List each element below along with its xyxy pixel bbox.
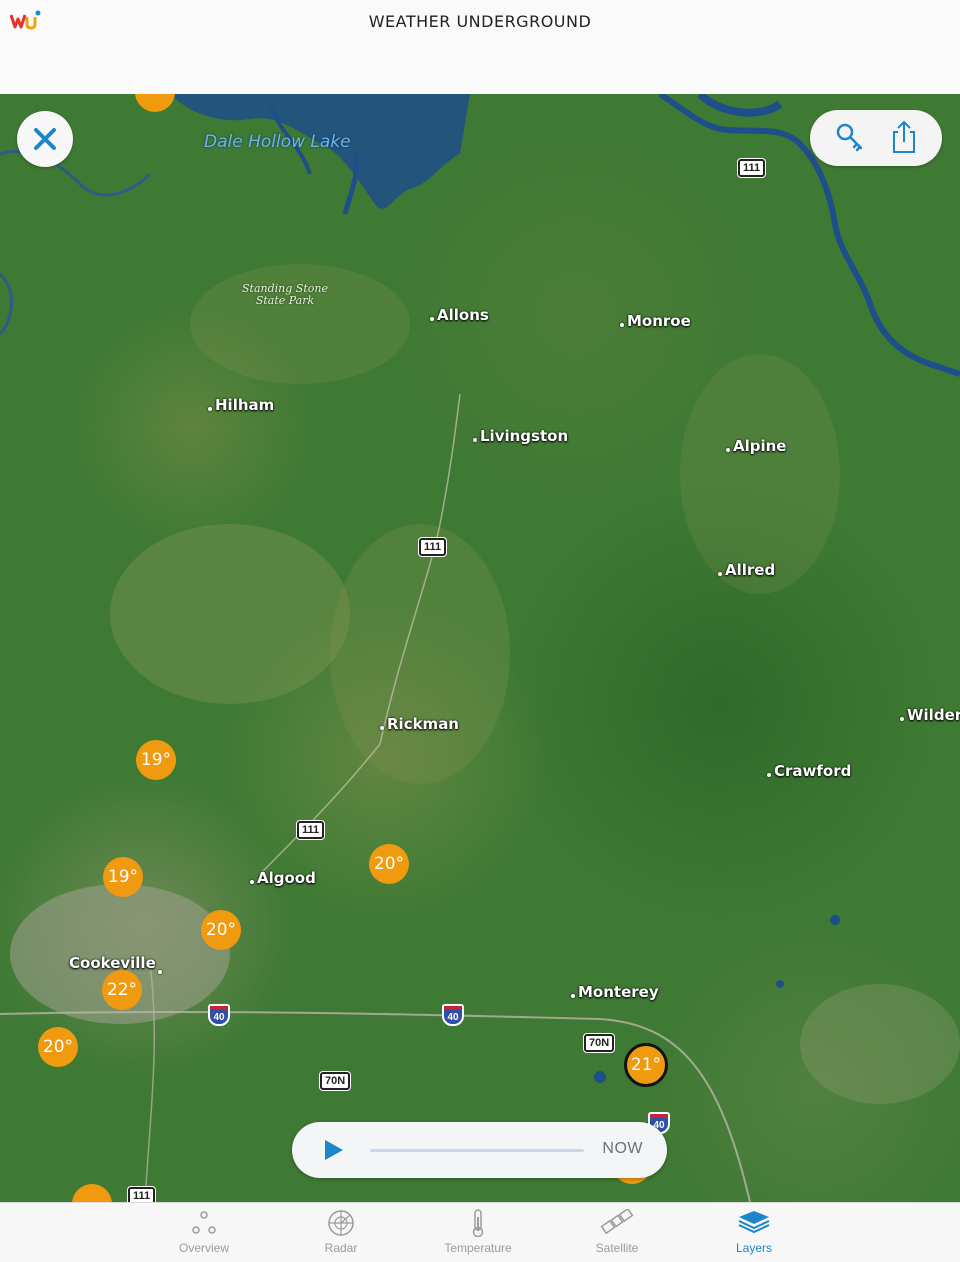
- place-allons: Allons: [430, 306, 489, 324]
- place-monroe: Monroe: [620, 312, 691, 330]
- tab-label: Satellite: [595, 1241, 639, 1255]
- temperature-marker[interactable]: 20°: [369, 844, 409, 884]
- overview-icon: [192, 1211, 216, 1234]
- temperature-marker[interactable]: 19°: [136, 740, 176, 780]
- tab-overview[interactable]: Overview: [149, 1207, 259, 1262]
- close-button[interactable]: [17, 111, 73, 167]
- share-icon: [893, 120, 915, 153]
- place-allred: Allred: [718, 561, 775, 579]
- route-shield-70n: 70N: [320, 1072, 351, 1090]
- place-algood: Algood: [250, 869, 316, 887]
- tab-satellite[interactable]: Satellite: [562, 1207, 672, 1262]
- key-icon: [836, 123, 863, 152]
- place-crawford: Crawford: [767, 762, 851, 780]
- timeline-player: NOW: [292, 1122, 667, 1178]
- tab-label: Temperature: [444, 1241, 512, 1255]
- tab-radar[interactable]: Radar: [286, 1207, 396, 1262]
- place-wilder: Wilder: [900, 706, 960, 724]
- timeline-slider[interactable]: [370, 1149, 584, 1152]
- map-view[interactable]: Dale Hollow Lake Standing Stone State Pa…: [0, 94, 960, 1202]
- temperature-marker[interactable]: 19°: [103, 857, 143, 897]
- satellite-icon: [600, 1209, 634, 1235]
- now-label: NOW: [602, 1140, 643, 1157]
- lake-label: Dale Hollow Lake: [204, 132, 351, 152]
- tab-bar: Overview Radar Temperature Satellite Lay…: [0, 1202, 960, 1262]
- map-tools: [810, 110, 942, 166]
- route-shield-111: 111: [419, 538, 447, 556]
- temperature-marker[interactable]: 20°: [201, 910, 241, 950]
- temperature-marker-selected[interactable]: 21°: [624, 1043, 668, 1087]
- play-icon[interactable]: [322, 1139, 344, 1161]
- temperature-marker[interactable]: 22°: [102, 970, 142, 1010]
- tab-layers[interactable]: Layers: [699, 1207, 809, 1262]
- place-livingston: Livingston: [473, 427, 568, 445]
- tab-label: Radar: [324, 1241, 358, 1255]
- temperature-marker[interactable]: 20°: [38, 1027, 78, 1067]
- route-shield-111: 111: [738, 159, 766, 177]
- radar-icon: [328, 1210, 354, 1236]
- top-bar: WEATHER UNDERGROUND: [0, 0, 960, 94]
- map-terrain: [0, 94, 960, 1202]
- share-button[interactable]: [884, 118, 924, 158]
- route-shield-111: 111: [128, 1187, 156, 1202]
- park-label-line2: State Park: [255, 294, 315, 307]
- place-monterey: Monterey: [571, 983, 659, 1001]
- place-rickman: Rickman: [380, 715, 459, 733]
- place-alpine: Alpine: [726, 437, 786, 455]
- thermometer-icon: [472, 1209, 484, 1237]
- app-title: WEATHER UNDERGROUND: [368, 12, 592, 31]
- park-label: Standing Stone State Park: [242, 283, 328, 307]
- close-icon: [34, 128, 56, 150]
- tab-temperature[interactable]: Temperature: [423, 1207, 533, 1262]
- interstate-shield-40: 40: [442, 1004, 464, 1026]
- route-shield-111: 111: [297, 821, 325, 839]
- tab-label: Overview: [178, 1241, 229, 1255]
- place-hilham: Hilham: [208, 396, 274, 414]
- interstate-shield-40: 40: [208, 1004, 230, 1026]
- tab-label: Layers: [735, 1241, 773, 1255]
- layers-icon: [738, 1211, 770, 1234]
- legend-button[interactable]: [830, 118, 870, 158]
- route-shield-70n: 70N: [584, 1034, 615, 1052]
